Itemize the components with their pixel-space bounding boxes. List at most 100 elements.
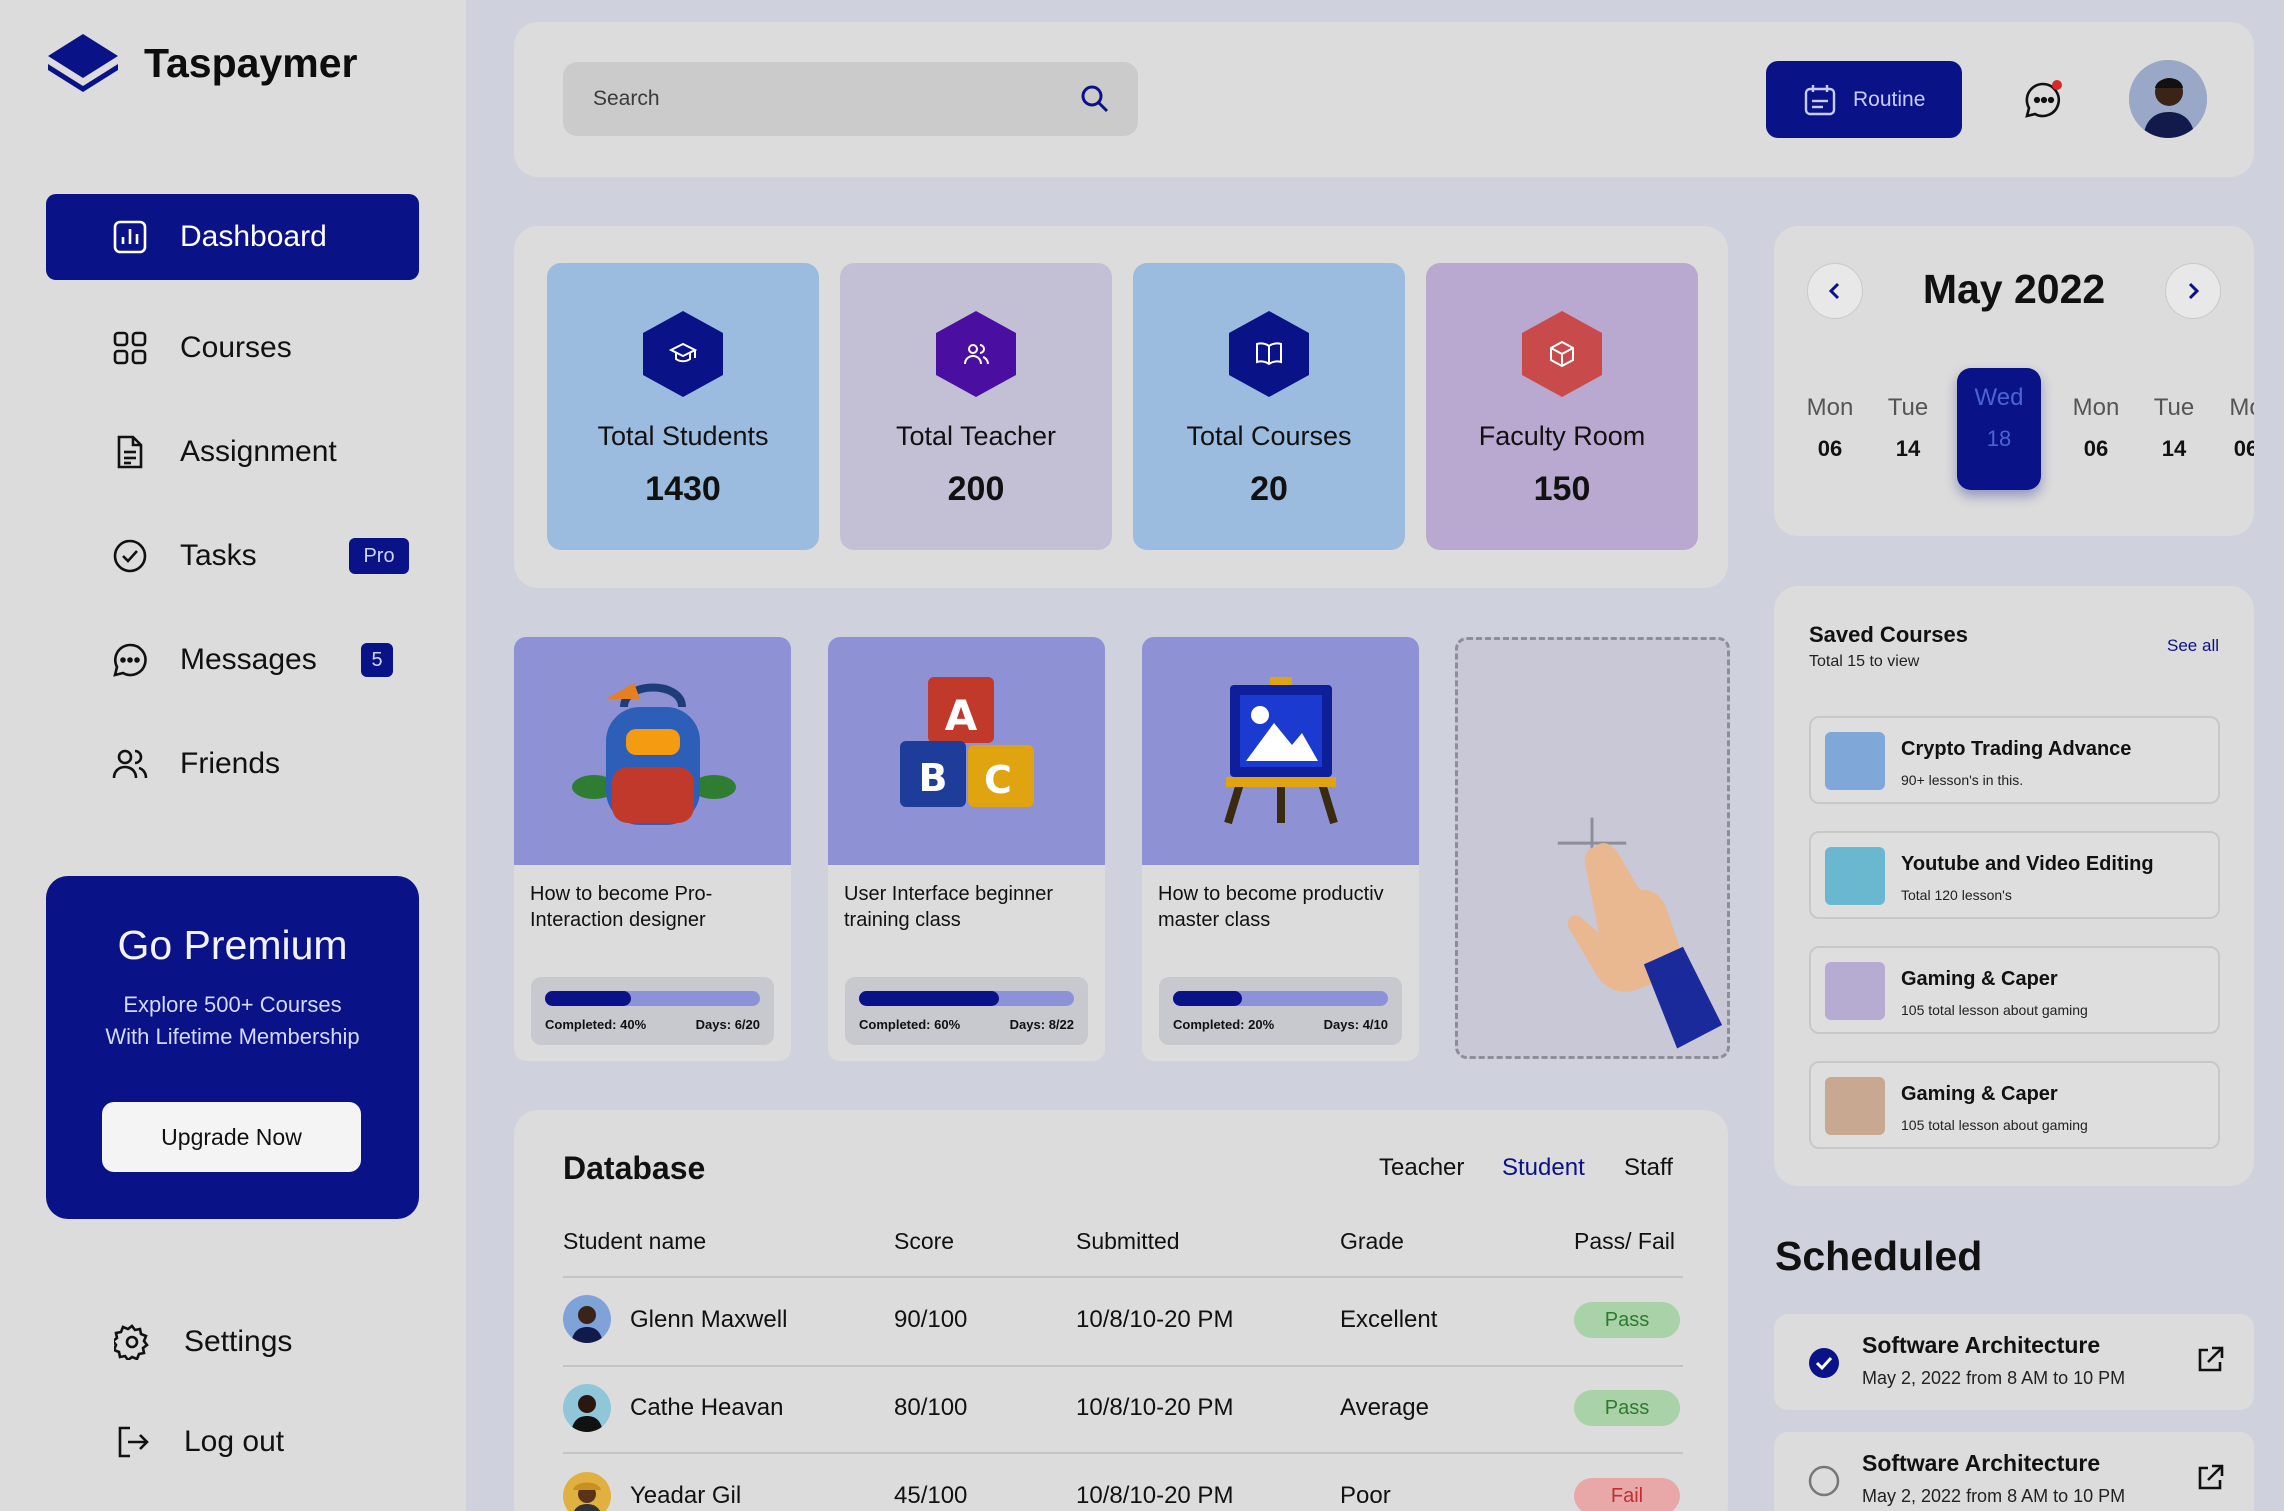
- routine-button[interactable]: Routine: [1766, 61, 1962, 138]
- stat-card-students[interactable]: Total Students 1430: [547, 263, 819, 550]
- scheduled-item[interactable]: Software Architecture May 2, 2022 from 8…: [1774, 1314, 2254, 1410]
- day-date: 18: [1986, 426, 2012, 451]
- student-name[interactable]: Cathe Heavan: [630, 1394, 783, 1422]
- sidebar-item-tasks[interactable]: Tasks Pro: [46, 513, 419, 599]
- tab-staff[interactable]: Staff: [1624, 1154, 1673, 1182]
- avatar-image: [2129, 60, 2207, 138]
- stat-value: 20: [1250, 470, 1288, 508]
- days-value: 4/10: [1362, 1017, 1388, 1032]
- saved-course-desc: 105 total lesson about gaming: [1901, 1002, 2088, 1018]
- progress-fill: [545, 991, 631, 1006]
- stat-card-faculty-room[interactable]: Faculty Room 150: [1426, 263, 1698, 550]
- sidebar-item-label: Settings: [184, 1325, 293, 1358]
- calendar-day[interactable]: Mon 06: [2056, 394, 2136, 462]
- sidebar-item-courses[interactable]: Courses: [46, 305, 419, 391]
- add-course-placeholder[interactable]: [1455, 637, 1730, 1059]
- calendar-day[interactable]: Mon 06: [1790, 394, 1870, 462]
- sidebar-item-label: Log out: [184, 1425, 285, 1458]
- external-link-icon[interactable]: [2194, 1462, 2226, 1494]
- scheduled-time: May 2, 2022 from 8 AM to 10 PM: [1862, 1486, 2126, 1506]
- saved-course-name: Gaming & Caper: [1901, 968, 2058, 990]
- days-label: Days:: [1323, 1017, 1360, 1032]
- stat-card-courses[interactable]: Total Courses 20: [1133, 263, 1405, 550]
- gamepad-icon: [1825, 962, 1885, 1020]
- scheduled-item[interactable]: Software Architecture May 2, 2022 from 8…: [1774, 1432, 2254, 1511]
- upgrade-now-button[interactable]: Upgrade Now: [102, 1102, 361, 1172]
- sidebar-item-friends[interactable]: Friends: [46, 721, 419, 807]
- stat-label: Total Courses: [1186, 421, 1352, 451]
- status-badge: Pass: [1574, 1390, 1680, 1426]
- sidebar-item-settings[interactable]: Settings: [46, 1299, 419, 1385]
- chevron-right-icon: [2188, 282, 2200, 300]
- saved-course-item[interactable]: Gaming & Caper 105 total lesson about ga…: [1809, 1061, 2220, 1149]
- column-header-grade[interactable]: Grade: [1340, 1228, 1404, 1255]
- svg-text:B: B: [919, 756, 948, 800]
- stat-value: 1430: [645, 470, 721, 508]
- column-header-score[interactable]: Score: [894, 1228, 954, 1255]
- check-circle-icon: [113, 539, 147, 573]
- globe-icon: [1825, 847, 1885, 905]
- day-date: 06: [2083, 436, 2109, 461]
- tab-student[interactable]: Student: [1502, 1154, 1585, 1182]
- completed-text: Completed: 40%: [545, 1017, 646, 1032]
- tab-teacher[interactable]: Teacher: [1379, 1154, 1464, 1182]
- calendar-day-selected[interactable]: Wed 18: [1957, 368, 2041, 490]
- checked-circle-icon[interactable]: [1808, 1347, 1840, 1379]
- chat-icon: [113, 643, 147, 677]
- saved-course-item[interactable]: Crypto Trading Advance 90+ lesson's in t…: [1809, 716, 2220, 804]
- search-box[interactable]: [563, 62, 1138, 136]
- unchecked-circle-icon[interactable]: [1808, 1465, 1840, 1497]
- course-card[interactable]: How to become productiv master class Com…: [1142, 637, 1419, 1061]
- search-input[interactable]: [593, 82, 1053, 116]
- progress-fill: [859, 991, 999, 1006]
- sidebar-item-label: Courses: [180, 331, 292, 364]
- day-date: 06: [1817, 436, 1843, 461]
- course-progress-box: Completed: 20% Days: 4/10: [1159, 977, 1402, 1045]
- course-card[interactable]: A B C User Interface beginner training c…: [828, 637, 1105, 1061]
- course-image-backpack: [514, 637, 791, 865]
- calendar-day[interactable]: Tue 14: [1868, 394, 1948, 462]
- saved-course-name: Gaming & Caper: [1901, 1083, 2058, 1105]
- column-header-student-name[interactable]: Student name: [563, 1228, 706, 1255]
- sidebar-item-messages[interactable]: Messages 5: [46, 617, 419, 703]
- graduation-cap-icon: [669, 342, 697, 363]
- column-header-submitted[interactable]: Submitted: [1076, 1228, 1180, 1255]
- student-name[interactable]: Glenn Maxwell: [630, 1306, 787, 1334]
- cube-icon: [1550, 340, 1574, 368]
- student-name[interactable]: Yeadar Gil: [630, 1482, 741, 1510]
- progress-track: [859, 991, 1074, 1006]
- submitted: 10/8/10-20 PM: [1076, 1394, 1234, 1421]
- users-icon: [112, 749, 148, 779]
- day-date: 14: [1895, 436, 1921, 461]
- grade: Poor: [1340, 1482, 1391, 1509]
- course-image-easel: [1142, 637, 1419, 865]
- sidebar-item-logout[interactable]: Log out: [46, 1399, 419, 1485]
- progress-track: [545, 991, 760, 1006]
- calendar-day[interactable]: Tue 14: [2134, 394, 2214, 462]
- sidebar-item-dashboard[interactable]: Dashboard: [46, 194, 419, 280]
- routine-label: Routine: [1853, 87, 1926, 111]
- svg-text:C: C: [984, 758, 1012, 802]
- stat-card-teachers[interactable]: Total Teacher 200: [840, 263, 1112, 550]
- saved-course-item[interactable]: Gaming & Caper 105 total lesson about ga…: [1809, 946, 2220, 1034]
- search-icon[interactable]: [1080, 84, 1110, 114]
- sidebar-item-assignment[interactable]: Assignment: [46, 409, 419, 495]
- submitted: 10/8/10-20 PM: [1076, 1306, 1234, 1333]
- calendar-day[interactable]: Mo 06: [2206, 394, 2254, 462]
- completed-label: Completed:: [859, 1017, 931, 1032]
- see-all-link[interactable]: See all: [2167, 636, 2219, 656]
- column-header-pass-fail[interactable]: Pass/ Fail: [1574, 1228, 1675, 1255]
- grid-icon: [113, 331, 147, 365]
- saved-course-name: Crypto Trading Advance: [1901, 738, 2132, 760]
- logo[interactable]: Taspaymer: [46, 30, 357, 96]
- megaphone-icon: [1825, 732, 1885, 790]
- abc-blocks-illustration: A B C: [900, 677, 1034, 807]
- calendar-next-button[interactable]: [2165, 263, 2221, 319]
- go-premium-card: Go Premium Explore 500+ Courses With Lif…: [46, 876, 419, 1219]
- user-avatar[interactable]: [2129, 60, 2207, 138]
- external-link-icon[interactable]: [2194, 1344, 2226, 1376]
- notification-chat-icon[interactable]: [2022, 78, 2066, 122]
- day-date: 06: [2233, 436, 2254, 461]
- saved-course-item[interactable]: Youtube and Video Editing Total 120 less…: [1809, 831, 2220, 919]
- course-card[interactable]: How to become Pro-Interaction designer C…: [514, 637, 791, 1061]
